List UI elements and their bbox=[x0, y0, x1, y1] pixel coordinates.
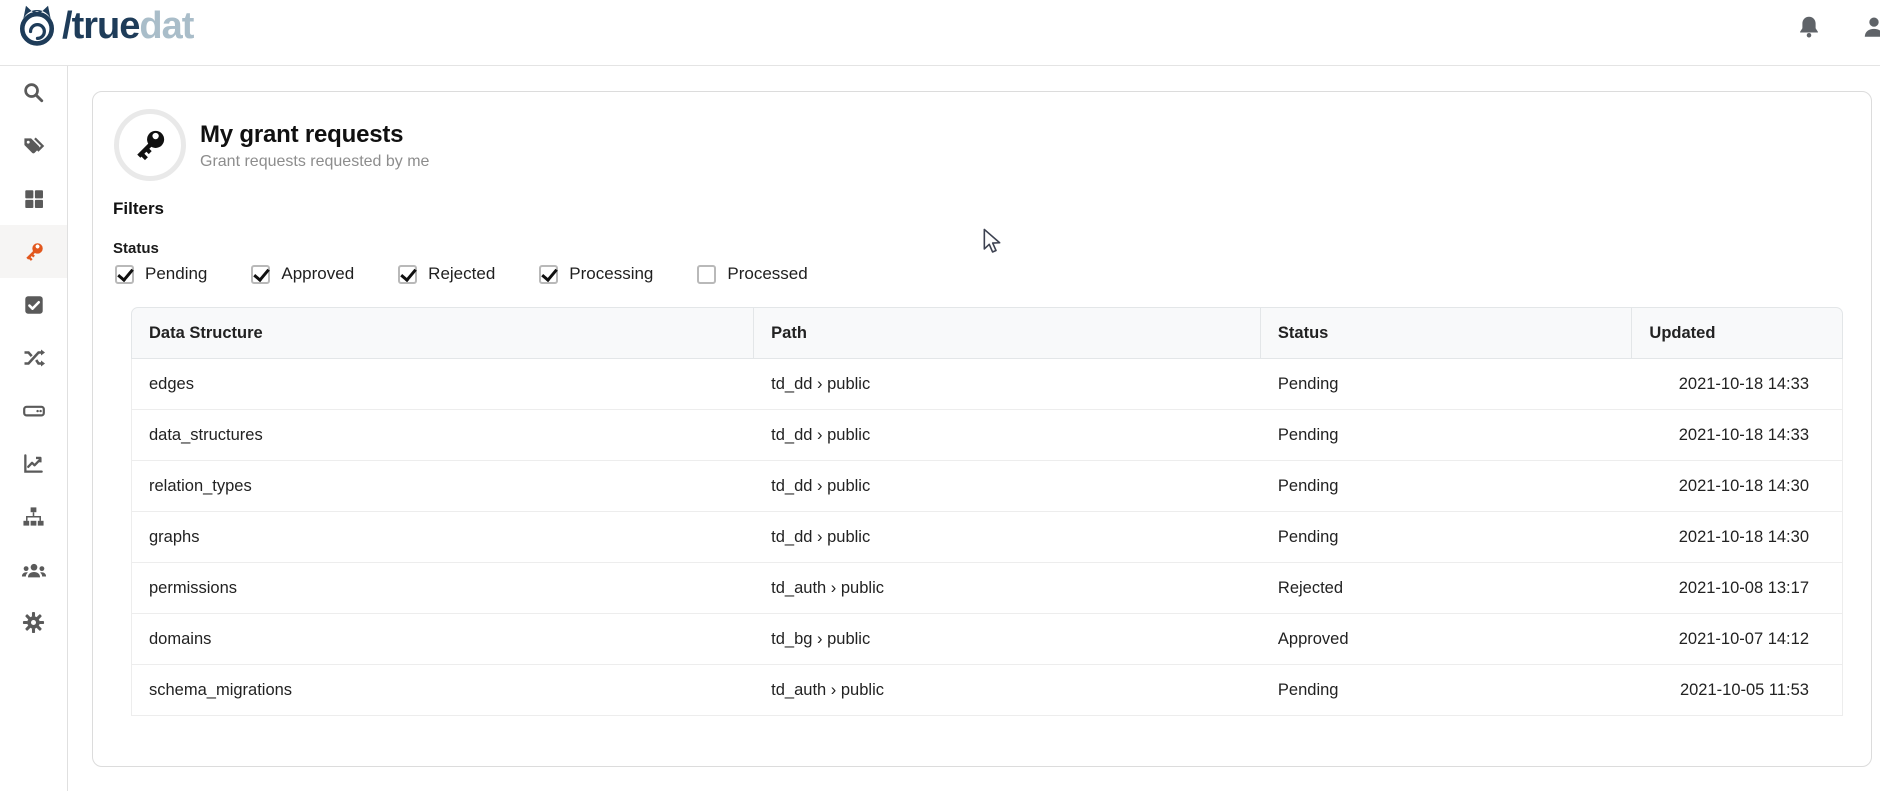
table-row[interactable]: graphs td_dd › public Pending 2021-10-18… bbox=[131, 512, 1843, 563]
status-filter-option[interactable]: Pending bbox=[115, 264, 207, 284]
checkbox-label: Pending bbox=[145, 264, 207, 284]
users-icon bbox=[21, 557, 47, 583]
checkbox[interactable] bbox=[115, 265, 134, 284]
cell-data-structure: domains bbox=[131, 614, 754, 665]
table-row[interactable]: domains td_bg › public Approved 2021-10-… bbox=[131, 614, 1843, 665]
cell-updated: 2021-10-05 11:53 bbox=[1632, 665, 1843, 716]
status-filter-option[interactable]: Rejected bbox=[398, 264, 495, 284]
sidebar-item-tags[interactable] bbox=[0, 119, 67, 172]
page-header: My grant requests Grant requests request… bbox=[200, 120, 429, 174]
cell-path: td_auth › public bbox=[754, 665, 1261, 716]
sidebar-nav bbox=[0, 66, 68, 791]
cell-status: Pending bbox=[1261, 359, 1633, 410]
checkbox-label: Approved bbox=[281, 264, 354, 284]
checkbox[interactable] bbox=[539, 265, 558, 284]
sidebar-item-quality[interactable] bbox=[0, 278, 67, 331]
checkbox-label: Processed bbox=[727, 264, 807, 284]
cell-status: Rejected bbox=[1261, 563, 1633, 614]
sidebar-item-lineage[interactable] bbox=[0, 331, 67, 384]
user-icon[interactable] bbox=[1861, 14, 1880, 40]
cell-data-structure: relation_types bbox=[131, 461, 754, 512]
key-avatar-icon bbox=[131, 126, 169, 164]
truedat-logo[interactable]: /truedat bbox=[14, 3, 193, 49]
shuffle-icon bbox=[22, 346, 46, 370]
checkbox-label: Processing bbox=[569, 264, 653, 284]
checkbox-label: Rejected bbox=[428, 264, 495, 284]
table-body: edges td_dd › public Pending 2021-10-18 … bbox=[131, 359, 1843, 716]
cell-data-structure: edges bbox=[131, 359, 754, 410]
storage-drive-icon bbox=[22, 399, 46, 423]
cell-data-structure: data_structures bbox=[131, 410, 754, 461]
cell-data-structure: graphs bbox=[131, 512, 754, 563]
table-header: Data Structure Path Status Updated bbox=[131, 307, 1843, 359]
cell-status: Pending bbox=[1261, 665, 1633, 716]
cell-updated: 2021-10-08 13:17 bbox=[1632, 563, 1843, 614]
cell-data-structure: permissions bbox=[131, 563, 754, 614]
page-subtitle: Grant requests requested by me bbox=[200, 150, 429, 174]
cell-path: td_bg › public bbox=[754, 614, 1261, 665]
search-icon bbox=[22, 81, 45, 104]
column-header-data-structure: Data Structure bbox=[131, 307, 754, 359]
sidebar-item-users[interactable] bbox=[0, 543, 67, 596]
logo-wordmark: /truedat bbox=[62, 3, 193, 49]
cell-status: Pending bbox=[1261, 461, 1633, 512]
tags-icon bbox=[22, 134, 45, 157]
column-header-status: Status bbox=[1261, 307, 1633, 359]
checkbox[interactable] bbox=[697, 265, 716, 284]
checkbox[interactable] bbox=[398, 265, 417, 284]
status-filter-option[interactable]: Approved bbox=[251, 264, 354, 284]
top-bar: /truedat bbox=[0, 0, 1880, 66]
table-row[interactable]: schema_migrations td_auth › public Pendi… bbox=[131, 665, 1843, 716]
column-header-path: Path bbox=[754, 307, 1261, 359]
grant-requests-table: Data Structure Path Status Updated edges… bbox=[131, 307, 1843, 716]
table-row[interactable]: data_structures td_dd › public Pending 2… bbox=[131, 410, 1843, 461]
filters-heading: Filters bbox=[113, 199, 164, 219]
grant-requests-card: My grant requests Grant requests request… bbox=[92, 91, 1872, 767]
page-title: My grant requests bbox=[200, 120, 429, 150]
cell-updated: 2021-10-18 14:30 bbox=[1632, 512, 1843, 563]
sidebar-item-search[interactable] bbox=[0, 66, 67, 119]
table-row[interactable]: edges td_dd › public Pending 2021-10-18 … bbox=[131, 359, 1843, 410]
bell-icon[interactable] bbox=[1796, 14, 1822, 40]
cell-data-structure: schema_migrations bbox=[131, 665, 754, 716]
sidebar-item-taxonomy[interactable] bbox=[0, 490, 67, 543]
table-row[interactable]: relation_types td_dd › public Pending 20… bbox=[131, 461, 1843, 512]
cell-updated: 2021-10-18 14:30 bbox=[1632, 461, 1843, 512]
cell-status: Approved bbox=[1261, 614, 1633, 665]
cell-path: td_dd › public bbox=[754, 359, 1261, 410]
gear-icon bbox=[22, 611, 45, 634]
dashboard-grid-icon bbox=[23, 188, 45, 210]
status-filter-options: Pending Approved Rejected Processing bbox=[115, 264, 808, 284]
cell-status: Pending bbox=[1261, 512, 1633, 563]
cell-path: td_dd › public bbox=[754, 512, 1261, 563]
avatar bbox=[114, 109, 186, 181]
status-filter-option[interactable]: Processing bbox=[539, 264, 653, 284]
app-root: /truedat bbox=[0, 0, 1880, 791]
status-filter-option[interactable]: Processed bbox=[697, 264, 807, 284]
column-header-updated: Updated bbox=[1632, 307, 1843, 359]
sidebar-item-structures[interactable] bbox=[0, 384, 67, 437]
cell-updated: 2021-10-07 14:12 bbox=[1632, 614, 1843, 665]
sidebar-item-dashboard[interactable] bbox=[0, 172, 67, 225]
sidebar-item-insights[interactable] bbox=[0, 437, 67, 490]
status-filter-label: Status bbox=[113, 240, 159, 257]
owl-logo-icon bbox=[14, 3, 60, 49]
cell-path: td_dd › public bbox=[754, 461, 1261, 512]
sidebar-item-settings[interactable] bbox=[0, 596, 67, 649]
chart-line-icon bbox=[22, 452, 45, 475]
sidebar-item-grant-requests[interactable] bbox=[0, 225, 67, 278]
cell-path: td_auth › public bbox=[754, 563, 1261, 614]
cell-updated: 2021-10-18 14:33 bbox=[1632, 410, 1843, 461]
table-row[interactable]: permissions td_auth › public Rejected 20… bbox=[131, 563, 1843, 614]
check-square-icon bbox=[23, 294, 45, 316]
cell-status: Pending bbox=[1261, 410, 1633, 461]
checkbox[interactable] bbox=[251, 265, 270, 284]
cell-updated: 2021-10-18 14:33 bbox=[1632, 359, 1843, 410]
key-icon bbox=[22, 240, 46, 264]
sitemap-icon bbox=[22, 505, 45, 528]
cell-path: td_dd › public bbox=[754, 410, 1261, 461]
